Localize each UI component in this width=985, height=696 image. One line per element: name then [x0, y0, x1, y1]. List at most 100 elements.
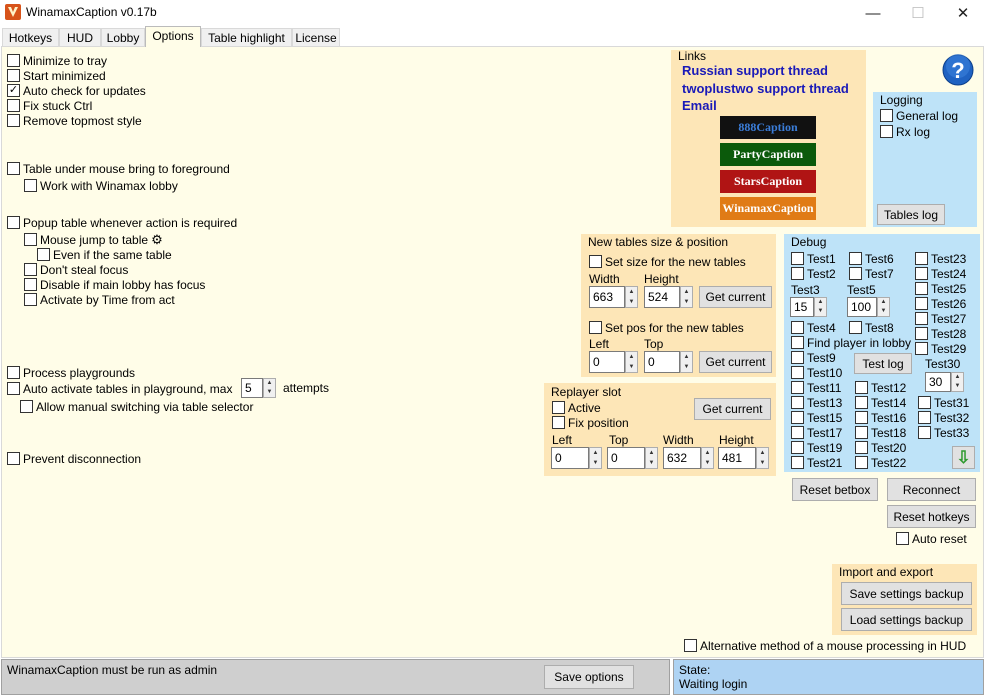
replayer-width-label: Width — [663, 433, 694, 447]
test27-checkbox[interactable]: Test27 — [915, 311, 966, 326]
replayer-top-stepper[interactable]: 0 ▲ ▼ — [607, 447, 658, 469]
minimize-button[interactable]: — — [850, 0, 896, 26]
rx-log-checkbox[interactable]: Rx log — [880, 124, 930, 139]
reset-hotkeys-button[interactable]: Reset hotkeys — [887, 505, 976, 528]
test29-checkbox[interactable]: Test29 — [915, 341, 966, 356]
auto-reset-checkbox[interactable]: Auto reset — [896, 531, 967, 546]
tab-lobby[interactable]: Lobby — [101, 28, 145, 46]
test13-checkbox[interactable]: Test13 — [791, 395, 842, 410]
test10-checkbox[interactable]: Test10 — [791, 365, 842, 380]
maximize-button[interactable]: ☐ — [895, 0, 941, 26]
find-player-checkbox[interactable]: Find player in lobby — [791, 335, 911, 350]
test24-checkbox[interactable]: Test24 — [915, 266, 966, 281]
reconnect-button[interactable]: Reconnect — [887, 478, 976, 501]
replayer-get-current-button[interactable]: Get current — [694, 398, 771, 420]
tables-log-button[interactable]: Tables log — [877, 204, 945, 225]
reset-betbox-button[interactable]: Reset betbox — [792, 478, 878, 501]
russian-support-link[interactable]: Russian support thread — [682, 63, 828, 78]
help-icon[interactable]: ? — [942, 54, 974, 86]
tab-hud[interactable]: HUD — [59, 28, 101, 46]
test15-checkbox[interactable]: Test15 — [791, 410, 842, 425]
fix-stuck-ctrl-checkbox[interactable]: Fix stuck Ctrl — [7, 98, 92, 113]
down-arrow-icon[interactable]: ⇩ — [952, 446, 975, 469]
test9-checkbox[interactable]: Test9 — [791, 350, 836, 365]
save-options-button[interactable]: Save options — [544, 665, 634, 689]
tab-license[interactable]: License — [292, 28, 340, 46]
test5-stepper[interactable]: 100 ▲ ▼ — [847, 297, 890, 317]
auto-activate-max-stepper[interactable]: 5 ▲ ▼ — [241, 378, 276, 398]
test8-checkbox[interactable]: Test8 — [849, 320, 894, 335]
remove-topmost-checkbox[interactable]: Remove topmost style — [7, 113, 142, 128]
test-log-button[interactable]: Test log — [854, 353, 912, 374]
replayer-active-checkbox[interactable]: Active — [552, 400, 601, 415]
brand-888caption[interactable]: 888Caption — [720, 116, 816, 139]
set-size-checkbox[interactable]: Set size for the new tables — [589, 254, 746, 269]
popup-table-checkbox[interactable]: Popup table whenever action is required — [7, 215, 237, 230]
auto-check-updates-checkbox[interactable]: ✓ Auto check for updates — [7, 83, 146, 98]
brand-partycaption[interactable]: PartyCaption — [720, 143, 816, 166]
test33-checkbox[interactable]: Test33 — [918, 425, 969, 440]
test21-checkbox[interactable]: Test21 — [791, 455, 842, 470]
alt-mouse-processing-checkbox[interactable]: Alternative method of a mouse processing… — [684, 638, 966, 653]
brand-winamaxcaption[interactable]: WinamaxCaption — [720, 197, 816, 220]
test3-stepper[interactable]: 15 ▲ ▼ — [790, 297, 827, 317]
process-playgrounds-checkbox[interactable]: Process playgrounds — [7, 365, 135, 380]
test25-checkbox[interactable]: Test25 — [915, 281, 966, 296]
email-link[interactable]: Email — [682, 98, 717, 113]
replayer-fix-position-checkbox[interactable]: Fix position — [552, 415, 629, 430]
disable-if-lobby-checkbox[interactable]: Disable if main lobby has focus — [24, 277, 205, 292]
test26-checkbox[interactable]: Test26 — [915, 296, 966, 311]
twoplustwo-support-link[interactable]: twoplustwo support thread — [682, 81, 849, 96]
test22-checkbox[interactable]: Test22 — [855, 455, 906, 470]
test14-checkbox[interactable]: Test14 — [855, 395, 906, 410]
replayer-height-stepper[interactable]: 481 ▲ ▼ — [718, 447, 769, 469]
replayer-left-stepper[interactable]: 0 ▲ ▼ — [551, 447, 602, 469]
set-pos-checkbox[interactable]: Set pos for the new tables — [589, 320, 744, 335]
test1-checkbox[interactable]: Test1 — [791, 251, 836, 266]
general-log-checkbox[interactable]: General log — [880, 108, 958, 123]
new-top-stepper[interactable]: 0 ▲ ▼ — [644, 351, 693, 373]
pos-get-current-button[interactable]: Get current — [699, 351, 772, 373]
load-settings-backup-button[interactable]: Load settings backup — [841, 608, 972, 631]
test2-checkbox[interactable]: Test2 — [791, 266, 836, 281]
test31-checkbox[interactable]: Test31 — [918, 395, 969, 410]
test20-checkbox[interactable]: Test20 — [855, 440, 906, 455]
new-left-stepper[interactable]: 0 ▲ ▼ — [589, 351, 638, 373]
test32-checkbox[interactable]: Test32 — [918, 410, 969, 425]
tab-table-highlight[interactable]: Table highlight — [201, 28, 292, 46]
test11-checkbox[interactable]: Test11 — [791, 380, 841, 395]
test17-checkbox[interactable]: Test17 — [791, 425, 842, 440]
work-with-lobby-checkbox[interactable]: Work with Winamax lobby — [24, 178, 178, 193]
even-if-same-table-checkbox[interactable]: Even if the same table — [37, 247, 172, 262]
gear-icon[interactable]: ⚙ — [151, 232, 163, 248]
minimize-to-tray-checkbox[interactable]: Minimize to tray — [7, 53, 107, 68]
replayer-width-stepper[interactable]: 632 ▲ ▼ — [663, 447, 714, 469]
test30-stepper[interactable]: 30 ▲ ▼ — [925, 372, 964, 392]
test7-checkbox[interactable]: Test7 — [849, 266, 894, 281]
test23-checkbox[interactable]: Test23 — [915, 251, 966, 266]
test6-checkbox[interactable]: Test6 — [849, 251, 894, 266]
tab-hotkeys[interactable]: Hotkeys — [2, 28, 59, 46]
auto-activate-checkbox[interactable]: Auto activate tables in playground, max — [7, 381, 232, 396]
brand-starscaption[interactable]: StarsCaption — [720, 170, 816, 193]
new-width-stepper[interactable]: 663 ▲ ▼ — [589, 286, 638, 308]
debug-title: Debug — [791, 235, 827, 249]
dont-steal-focus-checkbox[interactable]: Don't steal focus — [24, 262, 128, 277]
close-button[interactable]: ✕ — [940, 0, 985, 26]
table-under-mouse-checkbox[interactable]: Table under mouse bring to foreground — [7, 161, 230, 176]
allow-manual-switching-checkbox[interactable]: Allow manual switching via table selecto… — [20, 399, 253, 414]
mouse-jump-checkbox[interactable]: Mouse jump to table ⚙ — [24, 232, 163, 247]
activate-by-time-checkbox[interactable]: Activate by Time from act — [24, 292, 175, 307]
start-minimized-checkbox[interactable]: Start minimized — [7, 68, 106, 83]
size-get-current-button[interactable]: Get current — [699, 286, 772, 308]
test16-checkbox[interactable]: Test16 — [855, 410, 906, 425]
test28-checkbox[interactable]: Test28 — [915, 326, 966, 341]
test4-checkbox[interactable]: Test4 — [791, 320, 836, 335]
tab-options[interactable]: Options — [145, 26, 201, 47]
test19-checkbox[interactable]: Test19 — [791, 440, 842, 455]
test18-checkbox[interactable]: Test18 — [855, 425, 906, 440]
test12-checkbox[interactable]: Test12 — [855, 380, 906, 395]
new-height-stepper[interactable]: 524 ▲ ▼ — [644, 286, 693, 308]
prevent-disconnection-checkbox[interactable]: Prevent disconnection — [7, 451, 141, 466]
save-settings-backup-button[interactable]: Save settings backup — [841, 582, 972, 605]
